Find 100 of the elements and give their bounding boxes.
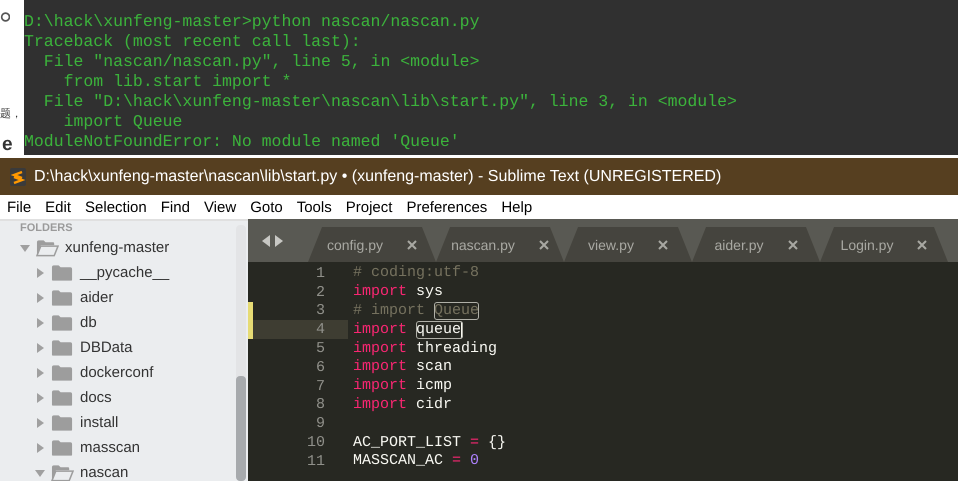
collapsed-arrow-icon[interactable] xyxy=(35,292,45,302)
tab-label: nascan.py xyxy=(451,236,515,252)
code-line: import queue xyxy=(353,320,464,339)
close-icon[interactable] xyxy=(538,240,549,250)
folder-icon xyxy=(51,414,74,432)
window-title: D:\hack\xunfeng-master\nascan\lib\start.py • (xunfeng-master) - Sublime Text (UNREGISTERED) xyxy=(34,168,722,186)
folder-name: DBData xyxy=(80,339,133,356)
line-number: 11 xyxy=(306,452,325,470)
app-logo-icon xyxy=(10,168,26,186)
folder-item[interactable]: install xyxy=(0,410,236,435)
terminal-line: File "nascan/nascan.py", line 5, in <module> xyxy=(42,52,480,72)
page-text: e xyxy=(2,135,14,155)
sidebar-header: FOLDERS xyxy=(19,221,74,235)
collapsed-arrow-icon[interactable] xyxy=(35,442,45,452)
line-number: 2 xyxy=(316,284,325,301)
line-number: 5 xyxy=(316,340,325,358)
tab-label: view.py xyxy=(588,236,634,252)
menu-item[interactable]: Project xyxy=(338,198,398,216)
folder-name: __pycache__ xyxy=(80,264,170,281)
terminal-line: ModuleNotFoundError: No module named 'Queue' xyxy=(24,132,461,152)
folder-item[interactable]: aider xyxy=(0,285,236,310)
line-number: 7 xyxy=(316,378,325,395)
close-icon[interactable] xyxy=(917,240,928,250)
tab-label: aider.py xyxy=(714,236,764,252)
tab-label: config.py xyxy=(326,236,384,252)
terminal-line: D:\hack\xunfeng-master>python nascan/nascan.py xyxy=(24,12,480,32)
line-number: 9 xyxy=(316,415,325,432)
tab-label: Login.py xyxy=(840,236,894,252)
folder-item[interactable]: dockerconf xyxy=(0,360,236,385)
folder-item[interactable]: docs xyxy=(0,385,236,410)
terminal-line: from lib.start import * xyxy=(62,72,292,92)
folder-item[interactable]: xunfeng-master xyxy=(0,235,236,260)
close-icon[interactable] xyxy=(788,240,798,250)
folder-name: dockerconf xyxy=(80,364,154,381)
menu-item[interactable]: Find xyxy=(152,198,196,216)
folder-name: aider xyxy=(80,289,114,306)
menu-item[interactable]: Tools xyxy=(288,198,338,216)
line-number: 10 xyxy=(306,434,325,452)
folder-icon xyxy=(51,338,74,356)
folder-name: nascan xyxy=(80,464,128,481)
menu-item[interactable]: Edit xyxy=(37,198,78,216)
folder-item[interactable]: __pycache__ xyxy=(0,260,236,285)
close-icon[interactable] xyxy=(407,240,418,250)
folder-name: db xyxy=(80,314,97,331)
terminal-line: import Queue xyxy=(62,112,184,132)
code-line: import scan xyxy=(353,358,452,376)
folder-icon xyxy=(51,288,74,306)
collapsed-arrow-icon[interactable] xyxy=(35,368,45,378)
scrollbar[interactable] xyxy=(236,225,246,481)
folder-name: xunfeng-master xyxy=(65,239,170,256)
line-number: 8 xyxy=(316,396,325,414)
terminal-line: File "D:\hack\xunfeng-master\nascan\lib\start.py", line 3, in <module> xyxy=(42,92,738,112)
folder-name: docs xyxy=(80,389,112,406)
collapsed-arrow-icon[interactable] xyxy=(35,392,45,402)
line-number: 1 xyxy=(316,264,325,282)
editor-tab[interactable]: nascan.py xyxy=(436,227,564,262)
code-line: # import Queue xyxy=(353,302,480,320)
line-number: 6 xyxy=(316,358,325,376)
page-text: 题， xyxy=(0,107,23,121)
menu-item[interactable]: Selection xyxy=(77,198,153,216)
folder-item[interactable]: DBData xyxy=(0,335,236,360)
folder-item[interactable]: db xyxy=(0,310,236,335)
folder-name: install xyxy=(80,414,118,431)
code-line: # coding:utf-8 xyxy=(353,264,480,282)
expanded-arrow-icon[interactable] xyxy=(20,242,30,252)
folder-icon xyxy=(51,438,74,456)
folder-name: masscan xyxy=(80,439,140,456)
code-line: import threading xyxy=(353,340,498,358)
editor-tab[interactable]: aider.py xyxy=(692,227,820,262)
open-folder-icon xyxy=(36,238,59,256)
line-number: 4 xyxy=(316,321,325,338)
folder-icon xyxy=(51,388,74,406)
tab-scroll-arrows-icon[interactable] xyxy=(262,234,283,246)
editor-tab[interactable]: Login.py xyxy=(820,227,948,262)
folder-icon xyxy=(51,364,74,382)
line-number: 3 xyxy=(316,302,325,320)
collapsed-arrow-icon[interactable] xyxy=(35,418,45,428)
collapsed-arrow-icon[interactable] xyxy=(35,268,45,278)
code-line: import sys xyxy=(353,283,444,302)
menu-item[interactable]: View xyxy=(196,198,242,216)
code-line: AC_PORT_LIST = {} xyxy=(353,434,506,452)
code-line: import cidr xyxy=(353,396,452,414)
folder-item[interactable]: nascan xyxy=(0,460,236,481)
menu-item[interactable]: Goto xyxy=(242,198,289,216)
expanded-arrow-icon[interactable] xyxy=(35,468,45,478)
code-editor[interactable]: 1 # coding:utf-8 2 import sys 3 # import Queue 4 import queue 5 import threading 6 import scan 7 import icmp 8 import cidr 9 10 AC_PORT_LIST = {} 11 MASSCAN_AC = 0 xyxy=(248,262,958,481)
open-folder-icon xyxy=(51,464,74,481)
folder-item[interactable]: masscan xyxy=(0,435,236,460)
folder-icon xyxy=(51,314,74,332)
terminal-line: Traceback (most recent call last): xyxy=(24,32,362,52)
collapsed-arrow-icon[interactable] xyxy=(35,342,45,352)
editor-tab[interactable]: view.py xyxy=(564,227,692,262)
menu-item[interactable]: File xyxy=(0,198,38,216)
editor-tab[interactable]: config.py xyxy=(308,227,436,262)
menu-item[interactable]: Preferences xyxy=(398,198,494,216)
collapsed-arrow-icon[interactable] xyxy=(35,318,45,328)
menu-item[interactable]: Help xyxy=(493,198,538,216)
close-icon[interactable] xyxy=(658,240,668,250)
code-line: import icmp xyxy=(353,377,452,396)
code-line: MASSCAN_AC = 0 xyxy=(353,452,480,470)
